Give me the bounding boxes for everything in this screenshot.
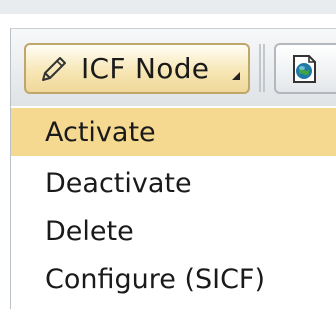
toolbar-separator: [259, 44, 265, 92]
menu-item-delete[interactable]: Delete: [11, 207, 336, 255]
icf-node-label: ICF Node: [81, 52, 210, 85]
icf-node-menu-button[interactable]: ICF Node: [24, 43, 250, 94]
screen: ICF Node Activate Deactivate Delete Conf…: [0, 0, 336, 309]
pencil-icon: [42, 56, 66, 81]
menu-item-activate[interactable]: Activate: [11, 108, 336, 156]
document-button[interactable]: [274, 43, 336, 94]
menu-item-label: Configure (SICF): [45, 263, 265, 295]
icf-node-dropdown-menu: Activate Deactivate Delete Configure (SI…: [11, 106, 336, 309]
menu-item-configure-sicf[interactable]: Configure (SICF): [11, 255, 336, 303]
menu-item-deactivate[interactable]: Deactivate: [11, 159, 336, 207]
dropdown-arrow-icon: [232, 72, 240, 80]
document-globe-icon: [293, 55, 316, 83]
top-band: [0, 0, 336, 14]
menu-item-label: Deactivate: [45, 167, 192, 199]
menu-item-label: Activate: [45, 116, 156, 148]
menu-item-label: Delete: [45, 215, 134, 247]
